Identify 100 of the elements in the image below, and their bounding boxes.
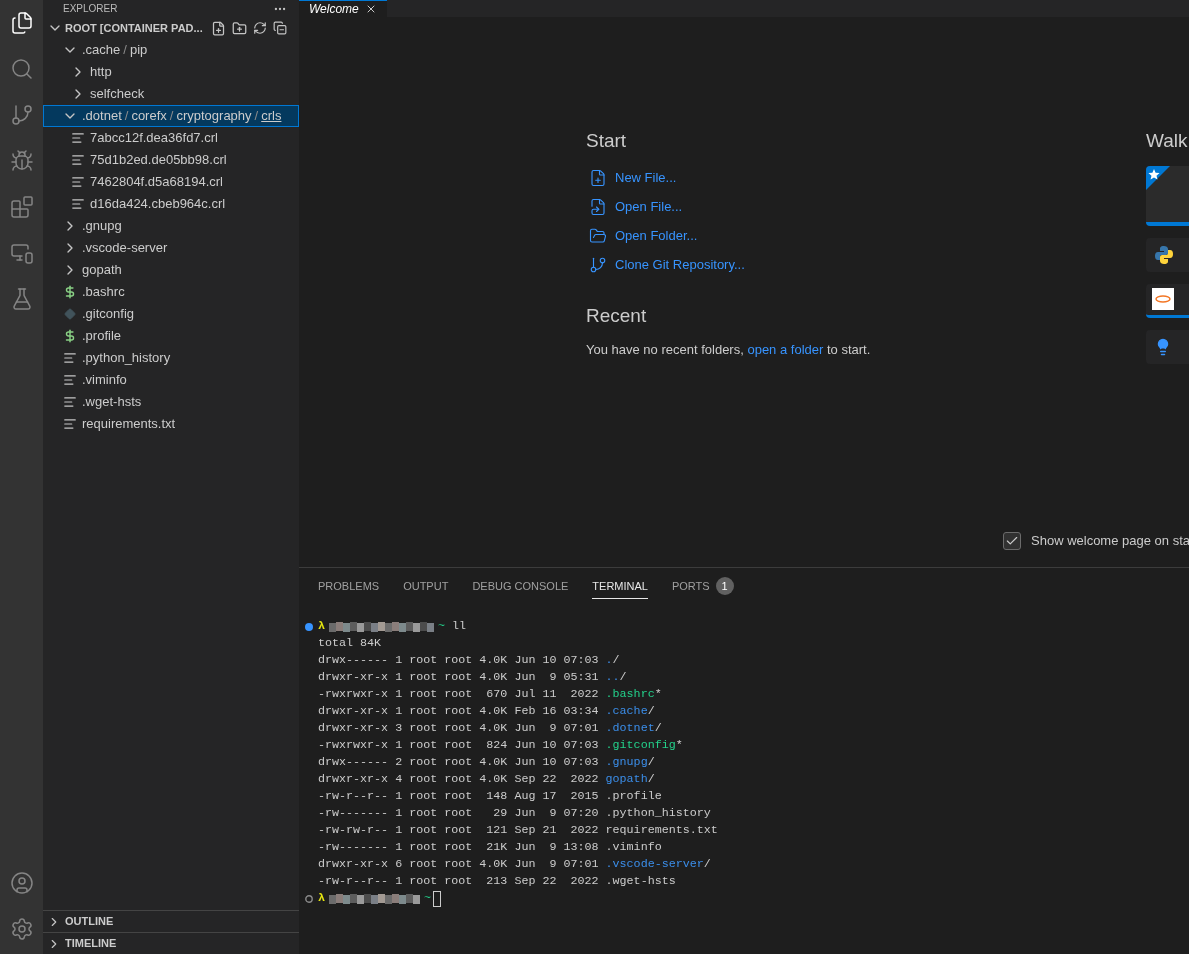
folder-name: .gnupg xyxy=(82,217,122,236)
panel-tab[interactable]: PROBLEMS xyxy=(318,574,380,599)
folder-name: pip xyxy=(129,41,148,60)
file-row[interactable]: .gitconfig xyxy=(43,303,299,325)
terminal-line: -rwxrwxr-x 1 root root 670 Jul 11 2022 .bashrc* xyxy=(318,686,663,703)
terminal-line: -rw-rw-r-- 1 root root 121 Sep 21 2022 requirements.txt xyxy=(318,822,719,839)
status-dot-icon xyxy=(305,894,313,903)
recent-heading: Recent xyxy=(586,303,648,328)
star-corner-icon xyxy=(1146,165,1170,190)
file-row[interactable]: 7abcc12f.dea36fd7.crl xyxy=(43,127,299,149)
monitor-icon[interactable] xyxy=(9,241,34,265)
checkbox[interactable] xyxy=(1003,531,1021,550)
file-row[interactable]: 75d1b2ed.de05bb98.crl xyxy=(43,149,299,171)
file-name: 7462804f.d5a68194.crl xyxy=(90,173,223,192)
dollar-icon xyxy=(63,285,77,299)
folder-name: .dotnet xyxy=(82,107,122,126)
account-icon[interactable] xyxy=(9,871,34,895)
prompt-symbol: λ xyxy=(318,618,325,635)
prompt-symbol: λ xyxy=(318,890,325,907)
start-link[interactable]: Clone Git Repository... xyxy=(615,255,745,275)
lines-icon xyxy=(63,373,77,387)
folder-name: selfcheck xyxy=(90,85,145,104)
folder-row[interactable]: http xyxy=(43,61,299,83)
file-row[interactable]: .wget-hsts xyxy=(43,391,299,413)
terminal-line: -rw------- 1 root root 21K Jun 9 13:08 .viminfo xyxy=(318,839,663,856)
terminal-line: drwxr-xr-x 3 root root 4.0K Jun 9 07:01 .dotnet/ xyxy=(318,720,663,737)
file-row[interactable]: requirements.txt xyxy=(43,413,299,435)
terminal-line: drwxr-xr-x 6 root root 4.0K Jun 9 07:01 .vscode-server/ xyxy=(318,856,712,873)
lines-icon xyxy=(71,153,85,167)
blocks-icon[interactable] xyxy=(9,195,34,219)
python-icon xyxy=(1154,244,1174,265)
folder-name: corefx xyxy=(131,107,167,126)
file-name: .viminfo xyxy=(82,371,127,390)
panel-tab[interactable]: PORTS 1 xyxy=(671,574,734,599)
path-separator: / xyxy=(123,41,127,60)
command-text: ll xyxy=(452,618,467,635)
settings-icon[interactable] xyxy=(9,917,34,941)
section-header[interactable]: OUTLINE xyxy=(43,910,299,932)
folder-row[interactable]: selfcheck xyxy=(43,83,299,105)
collapse-icon[interactable] xyxy=(273,21,287,35)
file-name: d16da424.cbeb964c.crl xyxy=(90,195,226,214)
file-row[interactable]: .python_history xyxy=(43,347,299,369)
terminal-line: total 84K xyxy=(318,635,383,652)
file-row[interactable]: .profile xyxy=(43,325,299,347)
new-file-icon[interactable] xyxy=(211,20,226,36)
path-separator: / xyxy=(254,107,259,126)
file-name: .bashrc xyxy=(82,283,125,302)
open-folder-link[interactable]: open a folder xyxy=(747,342,824,357)
lines-icon xyxy=(71,175,85,189)
terminal-line: -rwxrwxr-x 1 root root 824 Jun 10 07:03 .gitconfig* xyxy=(318,737,684,754)
folder-row[interactable]: .vscode-server xyxy=(43,237,299,259)
panel-tab[interactable]: TERMINAL xyxy=(592,574,648,599)
recent-message: You have no recent folders, open a folder to start. xyxy=(586,341,872,359)
folder-name: cryptography xyxy=(176,107,252,126)
folder-row[interactable]: gopath xyxy=(43,259,299,281)
workspace-title[interactable]: ROOT [CONTAINER PAD... xyxy=(65,19,207,37)
branch-icon[interactable] xyxy=(9,103,34,127)
count-badge: 1 xyxy=(715,577,734,595)
tilde: ~ xyxy=(424,890,432,907)
bug-icon[interactable] xyxy=(9,149,34,173)
panel-tab[interactable]: OUTPUT xyxy=(403,574,449,599)
path-separator: / xyxy=(124,107,129,126)
folder-name: http xyxy=(90,63,112,82)
file-row[interactable]: 7462804f.d5a68194.crl xyxy=(43,171,299,193)
files-icon[interactable] xyxy=(9,11,34,35)
file-row[interactable]: d16da424.cbeb964c.crl xyxy=(43,193,299,215)
lines-icon xyxy=(71,131,85,145)
diamond-icon xyxy=(64,308,76,320)
terminal-line: drwxr-xr-x 4 root root 4.0K Sep 22 2022 gopath/ xyxy=(318,771,656,788)
file-row[interactable]: .viminfo xyxy=(43,369,299,391)
folder-icon xyxy=(589,227,607,245)
file-row[interactable]: .bashrc xyxy=(43,281,299,303)
section-header[interactable]: TIMELINE xyxy=(43,932,299,954)
panel-tab[interactable]: DEBUG CONSOLE xyxy=(472,574,569,599)
search-icon[interactable] xyxy=(9,57,34,81)
new-folder-icon[interactable] xyxy=(232,20,247,36)
folder-row[interactable]: .cache / pip xyxy=(43,39,299,61)
folder-name: gopath xyxy=(82,261,122,280)
lines-icon xyxy=(63,351,77,365)
start-link[interactable]: Open File... xyxy=(615,197,683,217)
start-link[interactable]: New File... xyxy=(615,168,677,188)
new-file-icon xyxy=(589,169,607,187)
file-name: .profile xyxy=(82,327,122,346)
lines-icon xyxy=(71,197,85,211)
terminal-line: drwxr-xr-x 1 root root 4.0K Jun 9 05:31 ../ xyxy=(318,669,628,686)
folder-row[interactable]: .gnupg xyxy=(43,215,299,237)
status-dot-icon xyxy=(305,622,313,631)
terminal-line: drwx------ 2 root root 4.0K Jun 10 07:03 .gnupg/ xyxy=(318,754,656,771)
refresh-icon[interactable] xyxy=(253,21,267,35)
folder-row[interactable]: .dotnet / corefx / cryptography / crls xyxy=(43,105,299,127)
file-name: 7abcc12f.dea36fd7.crl xyxy=(90,129,218,148)
lines-icon xyxy=(63,395,77,409)
editor-tab[interactable]: Welcome xyxy=(299,0,387,17)
branch-icon xyxy=(589,256,607,274)
file-name: requirements.txt xyxy=(82,415,176,434)
open-file-icon xyxy=(589,198,607,216)
path-separator: / xyxy=(169,107,174,126)
terminal-line: drwx------ 1 root root 4.0K Jun 10 07:03 ./ xyxy=(318,652,621,669)
file-name: .gitconfig xyxy=(82,305,135,324)
start-link[interactable]: Open Folder... xyxy=(615,226,698,246)
